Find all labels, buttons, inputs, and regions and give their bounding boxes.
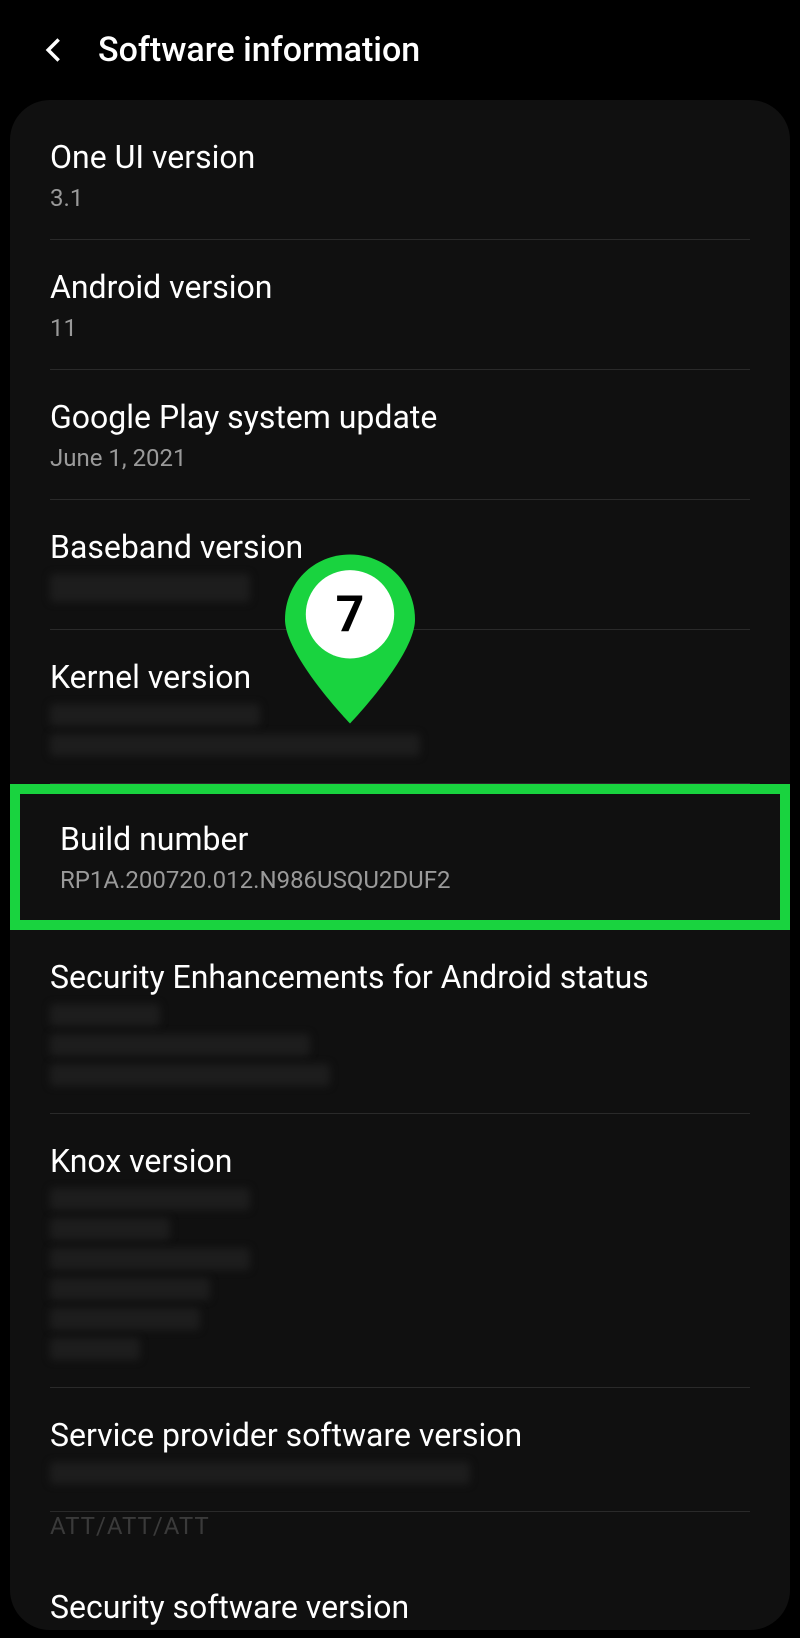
item-value-redacted xyxy=(50,704,750,756)
item-title: Google Play system update xyxy=(50,398,750,436)
settings-panel: One UI version 3.1 Android version 11 Go… xyxy=(10,100,790,1630)
item-se-android-status[interactable]: Security Enhancements for Android status xyxy=(10,930,790,1114)
item-title: Service provider software version xyxy=(50,1416,750,1454)
trunc-text: ATT/ATT/ATT xyxy=(10,1512,790,1560)
item-kernel-version[interactable]: Kernel version xyxy=(10,630,790,784)
item-baseband-version[interactable]: Baseband version xxxxxxxxxxxx xyxy=(10,500,790,630)
item-value-redacted xyxy=(50,1462,750,1484)
item-title: One UI version xyxy=(50,138,750,176)
item-value-redacted xyxy=(50,1188,750,1360)
back-icon[interactable] xyxy=(40,36,68,64)
item-service-provider-version[interactable]: Service provider software version xyxy=(10,1388,790,1512)
item-knox-version[interactable]: Knox version xyxy=(10,1114,790,1388)
item-title: Baseband version xyxy=(50,528,750,566)
item-security-software-version[interactable]: Security software version xyxy=(10,1560,790,1626)
item-value-redacted: xxxxxxxxxxxx xyxy=(50,574,750,602)
item-title: Android version xyxy=(50,268,750,306)
item-android-version[interactable]: Android version 11 xyxy=(10,240,790,370)
item-title: Kernel version xyxy=(50,658,750,696)
page-title: Software information xyxy=(98,30,420,70)
item-google-play-update[interactable]: Google Play system update June 1, 2021 xyxy=(10,370,790,500)
item-title: Knox version xyxy=(50,1142,750,1180)
app-header: Software information xyxy=(0,0,800,100)
item-title: Build number xyxy=(60,820,740,858)
item-title: Security Enhancements for Android status xyxy=(50,958,750,996)
item-one-ui-version[interactable]: One UI version 3.1 xyxy=(10,110,790,240)
item-value: June 1, 2021 xyxy=(50,444,750,472)
item-value: 11 xyxy=(50,314,750,342)
item-value: RP1A.200720.012.N986USQU2DUF2 xyxy=(60,866,740,894)
item-value: 3.1 xyxy=(50,184,750,212)
item-build-number-highlighted[interactable]: Build number RP1A.200720.012.N986USQU2DU… xyxy=(10,784,790,930)
item-value-redacted xyxy=(50,1004,750,1086)
